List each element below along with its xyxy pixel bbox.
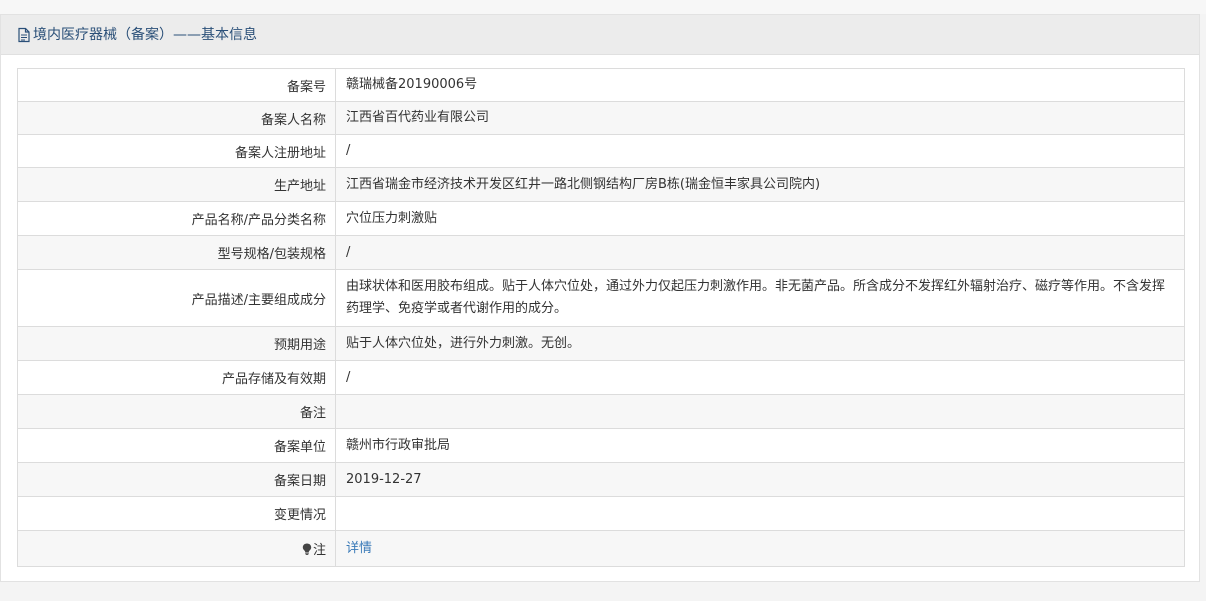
note-label: 注	[312, 543, 326, 558]
value-production-address: 江西省瑞金市经济技术开发区红井一路北侧钢结构厂房B栋(瑞金恒丰家具公司院内)	[335, 167, 1185, 202]
info-table: 备案号 赣瑞械备20190006号 备案人名称 江西省百代药业有限公司 备案人注…	[17, 68, 1185, 567]
page-title: 境内医疗器械（备案）——基本信息	[33, 26, 257, 43]
value-intended-use: 贴于人体穴位处，进行外力刺激。无创。	[335, 326, 1185, 361]
label-filer-name: 备案人名称	[17, 101, 336, 135]
label-record-number: 备案号	[17, 68, 336, 102]
value-product-description: 由球状体和医用胶布组成。贴于人体穴位处，通过外力仅起压力刺激作用。非无菌产品。所…	[335, 269, 1185, 327]
label-filing-unit: 备案单位	[17, 428, 336, 463]
row-model-spec: 型号规格/包装规格 /	[17, 235, 1185, 270]
value-filing-date: 2019-12-27	[335, 462, 1185, 497]
value-filer-address: /	[335, 134, 1185, 168]
label-change-status: 变更情况	[17, 496, 336, 531]
label-storage-validity: 产品存储及有效期	[17, 360, 336, 395]
label-note: 注	[17, 530, 336, 567]
row-product-description: 产品描述/主要组成成分 由球状体和医用胶布组成。贴于人体穴位处，通过外力仅起压力…	[17, 269, 1185, 327]
label-product-description: 产品描述/主要组成成分	[17, 269, 336, 327]
row-product-name: 产品名称/产品分类名称 穴位压力刺激贴	[17, 201, 1185, 236]
row-production-address: 生产地址 江西省瑞金市经济技术开发区红井一路北侧钢结构厂房B栋(瑞金恒丰家具公司…	[17, 167, 1185, 202]
row-filer-name: 备案人名称 江西省百代药业有限公司	[17, 101, 1185, 135]
value-product-name: 穴位压力刺激贴	[335, 201, 1185, 236]
lightbulb-icon	[302, 543, 312, 555]
value-remarks	[335, 394, 1185, 429]
value-change-status	[335, 496, 1185, 531]
label-product-name: 产品名称/产品分类名称	[17, 201, 336, 236]
row-intended-use: 预期用途 贴于人体穴位处，进行外力刺激。无创。	[17, 326, 1185, 361]
row-record-number: 备案号 赣瑞械备20190006号	[17, 68, 1185, 102]
label-model-spec: 型号规格/包装规格	[17, 235, 336, 270]
document-icon	[17, 27, 31, 43]
row-filing-date: 备案日期 2019-12-27	[17, 462, 1185, 497]
row-storage-validity: 产品存储及有效期 /	[17, 360, 1185, 395]
top-strip	[0, 0, 1206, 14]
value-record-number: 赣瑞械备20190006号	[335, 68, 1185, 102]
label-remarks: 备注	[17, 394, 336, 429]
label-filer-address: 备案人注册地址	[17, 134, 336, 168]
value-filer-name: 江西省百代药业有限公司	[335, 101, 1185, 135]
value-note: 详情	[335, 530, 1185, 567]
row-change-status: 变更情况	[17, 496, 1185, 531]
row-filer-address: 备案人注册地址 /	[17, 134, 1185, 168]
value-filing-unit: 赣州市行政审批局	[335, 428, 1185, 463]
row-remarks: 备注	[17, 394, 1185, 429]
label-filing-date: 备案日期	[17, 462, 336, 497]
info-table-wrap: 备案号 赣瑞械备20190006号 备案人名称 江西省百代药业有限公司 备案人注…	[17, 68, 1185, 567]
row-filing-unit: 备案单位 赣州市行政审批局	[17, 428, 1185, 463]
label-intended-use: 预期用途	[17, 326, 336, 361]
row-note: 注 详情	[17, 530, 1185, 567]
panel-header: 境内医疗器械（备案）——基本信息	[1, 15, 1199, 55]
info-panel: 境内医疗器械（备案）——基本信息 备案号 赣瑞械备20190006号 备案人名称…	[0, 14, 1200, 582]
value-model-spec: /	[335, 235, 1185, 270]
value-storage-validity: /	[335, 360, 1185, 395]
label-production-address: 生产地址	[17, 167, 336, 202]
details-link[interactable]: 详情	[346, 541, 372, 556]
